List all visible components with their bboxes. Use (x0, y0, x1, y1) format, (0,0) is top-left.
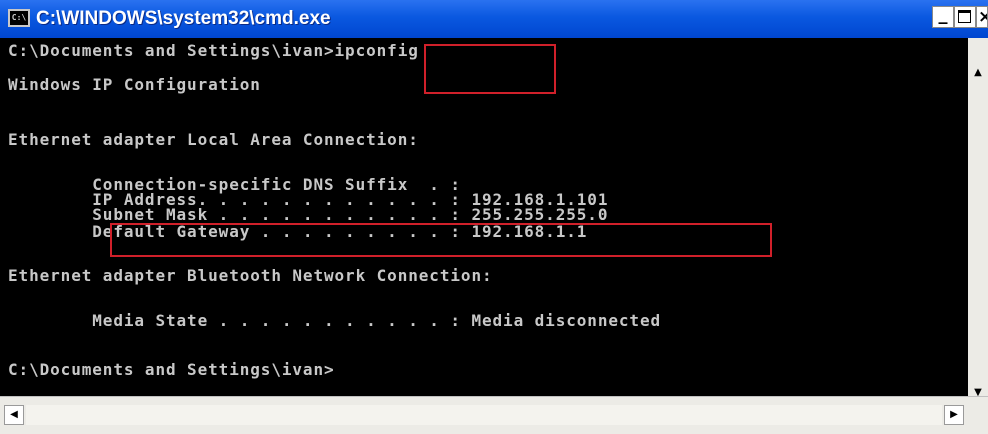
scrollbar-corner (968, 405, 988, 425)
horizontal-scroll-track[interactable] (26, 405, 942, 425)
scroll-right-icon[interactable]: ▶ (944, 405, 964, 425)
title-bar[interactable]: C:\ C:\WINDOWS\system32\cmd.exe _ × (0, 0, 988, 38)
console-line-header: Windows IP Configuration (8, 75, 261, 94)
horizontal-scrollbar[interactable]: ◀ ▶ (0, 396, 988, 434)
console-line-command: C:\Documents and Settings\ivan>ipconfig (8, 41, 419, 60)
cmd-window: C:\ C:\WINDOWS\system32\cmd.exe _ × C:\D… (0, 0, 988, 434)
console-line-media-state: Media State . . . . . . . . . . . : Medi… (8, 311, 662, 330)
ipconfig-highlight-box (424, 44, 556, 94)
console-line-adapter-bluetooth: Ethernet adapter Bluetooth Network Conne… (8, 266, 493, 285)
console-line-prompt: C:\Documents and Settings\ivan> (8, 360, 335, 379)
minimize-button[interactable]: _ (932, 6, 954, 28)
console-line-adapter-lan: Ethernet adapter Local Area Connection: (8, 130, 419, 149)
maximize-icon (958, 10, 971, 23)
vertical-scrollbar[interactable]: ▲ ▼ (968, 38, 988, 404)
window-title: C:\WINDOWS\system32\cmd.exe (36, 8, 331, 29)
maximize-button[interactable] (954, 6, 976, 28)
scroll-up-icon[interactable]: ▲ (968, 62, 988, 84)
console-output[interactable]: C:\Documents and Settings\ivan>ipconfig … (0, 38, 968, 396)
gateway-highlight-box (110, 223, 772, 257)
scroll-left-icon[interactable]: ◀ (4, 405, 24, 425)
cmd-app-icon[interactable]: C:\ (8, 9, 30, 27)
close-button[interactable]: × (976, 6, 988, 28)
